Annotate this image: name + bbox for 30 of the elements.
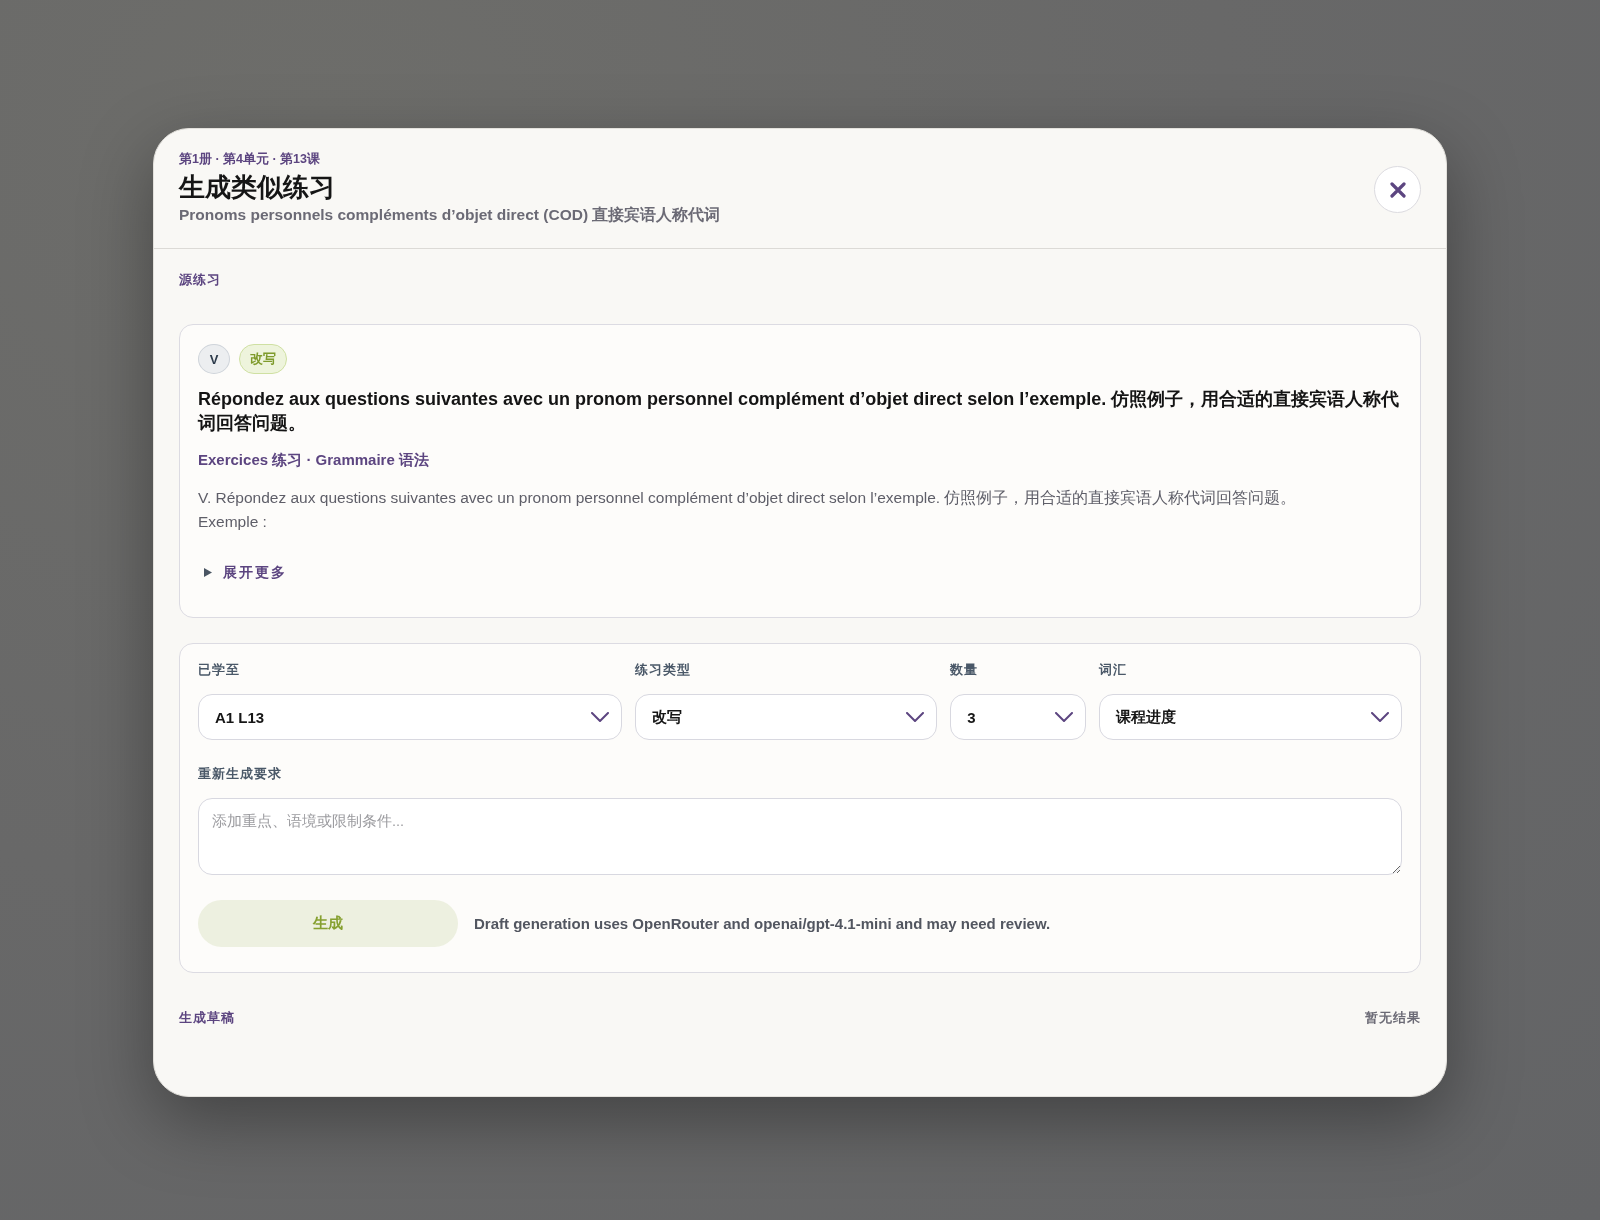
chevron-down-icon [906,712,925,722]
field-label: 已学至 [198,662,241,679]
learned-up-to-select[interactable]: A1 L13 [198,694,622,740]
close-button[interactable] [1374,166,1421,213]
close-icon [1389,181,1406,198]
empty-status: 暂无结果 [1365,1009,1421,1027]
exercise-heading: Répondez aux questions suivantes avec un pronom personnel complément d’objet direct selon l’exemple. 仿照例子，用合适的直接宾语人称代词回答问题。 [198,388,1401,435]
expand-more-toggle[interactable]: 展开更多 [198,560,287,584]
number-badge: V [198,344,230,374]
chevron-down-icon [590,712,609,722]
breadcrumb: 第1册 · 第4单元 · 第13课 [179,151,322,168]
exercise-description: V. Répondez aux questions suivantes avec un pronom personnel complément d’objet direct selon l’exemple. 仿照例子，用合适的直接宾语人称代词回答问题。 Exemple : [198,488,1298,532]
type-tag: 改写 [239,344,287,374]
exercise-type-select[interactable]: 改写 [634,694,938,740]
field-label: 词汇 [1099,662,1129,679]
chevron-down-icon [1055,712,1074,722]
request-textarea[interactable]: 添加重点、语境或限制条件... [198,798,1402,875]
caret-icon [204,567,212,577]
vocabulary-select[interactable]: 课程进度 [1099,694,1402,740]
section-label: 生成草稿 [179,1010,235,1027]
generation-note: Draft generation uses OpenRouter and openai/gpt-4.1-mini and may need review. [474,915,1051,932]
field-label: 数量 [950,662,980,679]
dialog-title: 生成类似练习 [179,171,336,204]
field-label: 练习类型 [634,662,692,679]
quantity-select[interactable]: 3 [950,694,1087,740]
exercise-meta: Exercices 练习 · Grammaire 语法 [198,450,430,470]
section-label: 源练习 [179,272,222,289]
dialog-subtitle: Pronoms personnels compléments d’objet direct (COD) 直接宾语人称代词 [179,205,721,225]
field-label: 重新生成要求 [198,766,283,783]
chevron-down-icon [1371,712,1389,722]
